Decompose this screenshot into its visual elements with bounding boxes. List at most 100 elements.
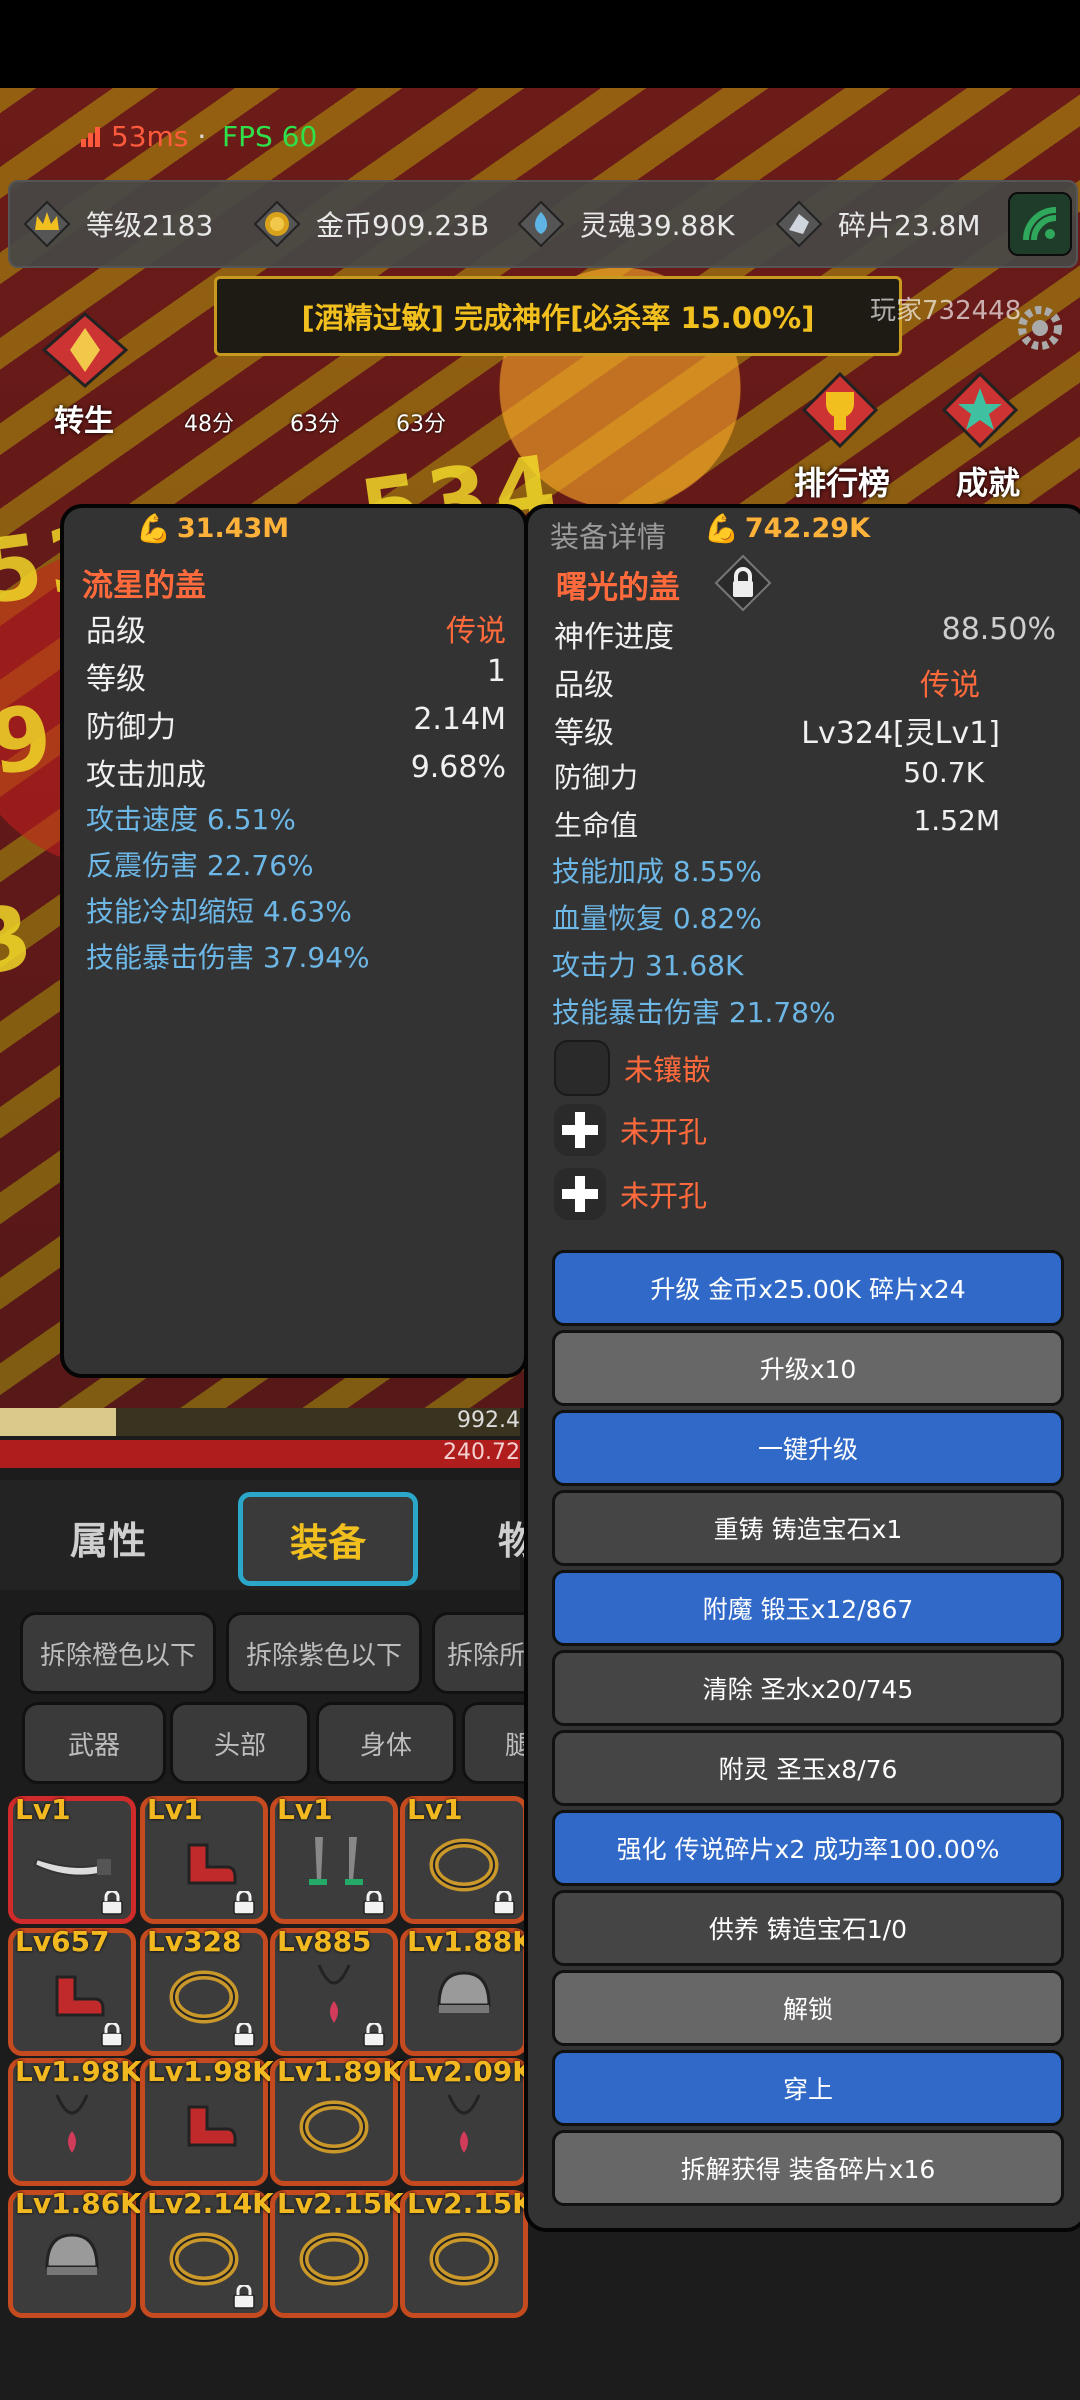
boot-icon — [159, 2091, 249, 2165]
inventory-slot[interactable]: Lv1.98K — [140, 2055, 274, 2186]
ranking-label[interactable]: 排行榜 — [794, 458, 890, 504]
resource-soul[interactable]: 灵魂39.88K — [514, 194, 735, 254]
stat-value: 传说 — [920, 668, 980, 703]
stat-label: 生命值 — [554, 809, 639, 842]
inventory-slot[interactable]: Lv1.98K — [8, 2055, 142, 2186]
exp-bar-fill — [0, 1408, 116, 1436]
inventory-slot[interactable]: Lv1 — [8, 1793, 136, 1924]
helmet-icon — [27, 2223, 117, 2297]
dismantle-button[interactable]: 拆解获得 装备碎片x16 — [552, 2130, 1064, 2206]
inventory-slot[interactable]: Lv1 — [140, 1793, 268, 1924]
lock-icon — [231, 1889, 257, 1915]
rebirth-label[interactable]: 转生 — [54, 396, 114, 440]
hp-value: 240.72 — [443, 1440, 520, 1465]
inventory-slot[interactable]: Lv1 — [270, 1793, 398, 1924]
inventory-slot[interactable]: Lv328 — [140, 1925, 268, 2056]
enhance-button[interactable]: 强化 传说碎片x2 成功率100.00% — [552, 1810, 1064, 1886]
stat-row: 防御力 2.14M — [86, 702, 506, 746]
affix-line: 技能冷却缩短 4.63% — [86, 895, 352, 928]
empty-socket-icon — [554, 1040, 610, 1096]
inventory-slot[interactable]: Lv2.15K — [270, 2187, 404, 2318]
inventory-slot[interactable]: Lv1.86K — [8, 2187, 142, 2318]
strength-icon: 💪 — [136, 512, 171, 545]
upgrade-x10-button[interactable]: 升级x10 — [552, 1330, 1064, 1406]
category-head[interactable]: 头部 — [170, 1702, 310, 1784]
one-click-upgrade-button[interactable]: 一键升级 — [552, 1410, 1064, 1486]
compare-power-value: 31.43M — [176, 513, 290, 544]
resource-level-label: 等级2183 — [86, 209, 214, 242]
fps-readout: FPS 60 — [222, 120, 318, 153]
socket-label: 未开孔 — [620, 1115, 708, 1149]
stat-label: 防御力 — [554, 761, 639, 794]
affix-line: 技能加成 8.55% — [552, 855, 762, 888]
dismantle-below-purple-button[interactable]: 拆除紫色以下 — [226, 1612, 422, 1694]
item-level: Lv1 — [147, 1793, 203, 1826]
stat-value: 9.68% — [410, 750, 506, 785]
dismantle-below-orange-button[interactable]: 拆除橙色以下 — [20, 1612, 216, 1694]
inventory-slot[interactable]: Lv885 — [270, 1925, 398, 2056]
inventory-slot[interactable]: Lv1.88K — [400, 1925, 534, 2056]
category-body[interactable]: 身体 — [316, 1702, 456, 1784]
affix-line: 技能暴击伤害 21.78% — [552, 996, 836, 1029]
lock-icon — [361, 1889, 387, 1915]
lock-toggle[interactable] — [714, 554, 772, 612]
category-weapon[interactable]: 武器 — [22, 1702, 166, 1784]
resource-fragment[interactable]: 碎片23.8M — [772, 194, 981, 254]
resource-gold[interactable]: 金币909.23B — [250, 194, 489, 254]
stat-row: 品级 传说 — [554, 660, 980, 704]
item-level: Lv2.15K — [277, 2187, 404, 2220]
inventory-slot[interactable]: Lv1 — [400, 1793, 528, 1924]
hp-bar: 240.72 — [0, 1440, 520, 1468]
stat-value: 传说 — [446, 614, 506, 649]
socket-row[interactable]: 未镶嵌 — [554, 1040, 711, 1096]
inventory-slot[interactable]: Lv2.15K — [400, 2187, 534, 2318]
purge-button[interactable]: 清除 圣水x20/745 — [552, 1650, 1064, 1726]
nurture-button[interactable]: 供养 铸造宝石1/0 — [552, 1890, 1064, 1966]
achievements-label[interactable]: 成就 — [956, 458, 1020, 504]
amulet-icon — [419, 2091, 509, 2165]
resource-level[interactable]: 等级2183 — [20, 194, 213, 254]
tab-attributes[interactable]: 属性 — [70, 1510, 146, 1565]
ring-icon — [289, 2091, 379, 2165]
stat-row: 生命值 1.52M — [554, 804, 1000, 844]
socket-row[interactable]: 未开孔 — [554, 1104, 707, 1156]
settings-gear-icon[interactable] — [1012, 300, 1068, 360]
inventory-slot[interactable]: Lv1.89K — [270, 2055, 404, 2186]
enchant-button[interactable]: 附魔 锻玉x12/867 — [552, 1570, 1064, 1646]
equip-button[interactable]: 穿上 — [552, 2050, 1064, 2126]
inventory-slot[interactable]: Lv657 — [8, 1925, 136, 2056]
amulet-icon — [27, 2091, 117, 2165]
compare-item-name: 流星的盖 — [82, 568, 206, 604]
resource-fragment-label: 碎片23.8M — [838, 209, 981, 242]
damage-text-decor: 3 — [0, 883, 45, 996]
socket-label: 未镶嵌 — [624, 1053, 712, 1087]
exp-value: 992.4 — [457, 1408, 520, 1433]
spirit-infuse-button[interactable]: 附灵 圣玉x8/76 — [552, 1730, 1064, 1806]
stat-row: 等级 Lv324[灵Lv1] — [554, 708, 1000, 752]
coin-icon — [250, 197, 304, 251]
tab-equipment[interactable]: 装备 — [238, 1492, 418, 1586]
socket-row[interactable]: 未开孔 — [554, 1168, 707, 1220]
stat-label: 攻击加成 — [86, 758, 206, 793]
stat-value: 88.50% — [941, 612, 1056, 647]
upgrade-button[interactable]: 升级 金币x25.00K 碎片x24 — [552, 1250, 1064, 1326]
stat-row: 等级 1 — [86, 654, 506, 698]
signal-status-button[interactable] — [1008, 192, 1072, 256]
stat-value: 50.7K — [903, 756, 984, 789]
stat-label: 等级 — [86, 662, 146, 697]
stat-label: 等级 — [554, 716, 614, 751]
unlock-button[interactable]: 解锁 — [552, 1970, 1064, 2046]
stat-value: 1.52M — [913, 804, 1000, 837]
reforge-button[interactable]: 重铸 铸造宝石x1 — [552, 1490, 1064, 1566]
achievements-icon[interactable] — [940, 370, 1020, 454]
player-tag: 玩家732448 — [870, 296, 1022, 326]
inventory-slot[interactable]: Lv2.14K — [140, 2187, 274, 2318]
helmet-icon — [419, 1961, 509, 2035]
rebirth-button[interactable] — [40, 310, 130, 394]
compare-equipment-panel: 💪 31.43M 流星的盖 品级 传说 等级 1 防御力 2.14M 攻击加成 9.68… — [60, 504, 528, 1378]
damage-text-decor: 9 — [0, 683, 65, 796]
fragment-icon — [772, 197, 826, 251]
ranking-icon[interactable] — [800, 370, 880, 454]
inventory-slot[interactable]: Lv2.09K — [400, 2055, 534, 2186]
stat-label: 防御力 — [86, 710, 176, 745]
